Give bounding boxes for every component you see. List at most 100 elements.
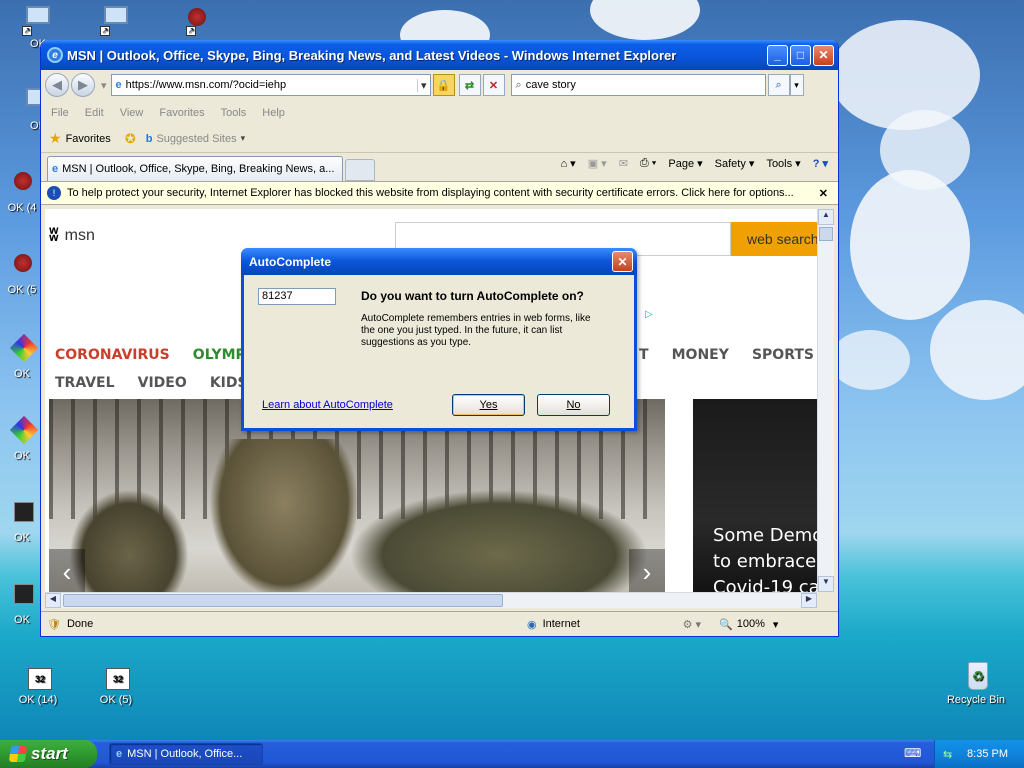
- help-icon[interactable]: ? ▾: [813, 157, 828, 170]
- terminal-icon: [6, 498, 38, 530]
- web-search-button[interactable]: web search: [731, 222, 817, 256]
- menu-tools[interactable]: Tools: [221, 107, 247, 119]
- dialog-question: Do you want to turn AutoComplete on?: [361, 289, 584, 303]
- recycle-bin[interactable]: ♻ Recycle Bin: [944, 660, 1008, 706]
- favorites-button[interactable]: Favorites: [66, 133, 111, 145]
- carousel-next-button[interactable]: ›: [629, 549, 665, 595]
- computer-shortcut-2[interactable]: ↗: [86, 4, 146, 38]
- globe-icon: ◉: [526, 618, 537, 631]
- desktop-icon-ok-6[interactable]: OK: [0, 334, 44, 380]
- infobar-text[interactable]: To help protect your security, Internet …: [67, 187, 813, 199]
- horizontal-scroll-thumb[interactable]: [63, 594, 503, 607]
- zoom-dropdown-icon[interactable]: ▾: [773, 618, 779, 631]
- keyboard-icon[interactable]: ⌨: [904, 746, 921, 760]
- terminal-icon: [6, 580, 38, 612]
- desktop-icon-ok-5b[interactable]: 32 OK (5): [86, 660, 146, 706]
- no-button[interactable]: No: [537, 394, 610, 416]
- start-button[interactable]: start: [0, 740, 97, 768]
- nav-partial[interactable]: T: [639, 347, 649, 363]
- autocomplete-field[interactable]: 81237: [258, 288, 336, 305]
- scroll-down-button[interactable]: ▼: [818, 576, 834, 592]
- butterfly-icon: ʬ: [49, 225, 59, 245]
- suggested-sites-link[interactable]: Suggested Sites: [156, 133, 236, 145]
- search-options-icon[interactable]: ▾: [789, 74, 804, 96]
- feeds-icon[interactable]: ▣ ▾: [588, 157, 607, 170]
- print-icon[interactable]: ⎙ ▾: [640, 157, 656, 170]
- yes-button[interactable]: Yes: [452, 394, 525, 416]
- dialog-titlebar[interactable]: AutoComplete ✕: [241, 248, 637, 275]
- dialog-close-button[interactable]: ✕: [612, 251, 633, 272]
- page-menu[interactable]: Page ▾: [668, 157, 702, 170]
- add-favorites-icon[interactable]: ✪: [125, 131, 136, 147]
- forward-button[interactable]: ▶: [71, 73, 95, 97]
- scroll-left-button[interactable]: ◀: [45, 593, 61, 608]
- desktop-icon-ok-4[interactable]: OK (4: [0, 168, 44, 214]
- taskbar: start e MSN | Outlook, Office... ⌨ ⇆ 8:3…: [0, 740, 1024, 768]
- virus-shortcut-icon[interactable]: ↗: [164, 4, 224, 38]
- desktop-icon-ok-5[interactable]: OK (5: [0, 250, 44, 296]
- system-tray: ⇆ 8:35 PM: [934, 740, 1024, 768]
- desktop-icon-ok-8[interactable]: OK: [0, 498, 44, 544]
- side-story-card[interactable]: Some Demo to embrace Covid-19 ca: [693, 399, 817, 599]
- menu-file[interactable]: File: [51, 107, 69, 119]
- maximize-button[interactable]: □: [790, 44, 811, 66]
- nav-sports[interactable]: SPORTS: [752, 347, 814, 363]
- search-box[interactable]: ⌕ cave story: [510, 74, 766, 96]
- protected-mode-icon[interactable]: ⚙ ▾: [683, 618, 701, 631]
- zoom-level[interactable]: 100%: [737, 618, 765, 630]
- nav-travel[interactable]: TRAVEL: [55, 375, 115, 391]
- nav-money[interactable]: MONEY: [672, 347, 729, 363]
- network-icon[interactable]: ⇆: [943, 748, 952, 761]
- home-icon[interactable]: ⌂ ▾: [560, 157, 575, 170]
- search-input[interactable]: cave story: [526, 79, 576, 91]
- desktop-icon-ok-14[interactable]: 32 OK (14): [8, 660, 68, 706]
- address-input[interactable]: https://www.msn.com/?ocid=iehp: [126, 79, 417, 91]
- safety-menu[interactable]: Safety ▾: [715, 157, 755, 170]
- carousel-prev-button[interactable]: ‹: [49, 549, 85, 595]
- menu-view[interactable]: View: [120, 107, 144, 119]
- learn-about-autocomplete-link[interactable]: Learn about AutoComplete: [262, 399, 393, 411]
- vertical-scrollbar[interactable]: ▲ ▼: [817, 209, 834, 592]
- address-bar[interactable]: e https://www.msn.com/?ocid=iehp ▾: [110, 74, 431, 96]
- tools-menu[interactable]: Tools ▾: [766, 157, 800, 170]
- desktop-icon-label: OK (5: [7, 284, 37, 296]
- shield-icon: !: [47, 186, 61, 200]
- chevron-down-icon[interactable]: ▾: [241, 133, 246, 144]
- menu-help[interactable]: Help: [262, 107, 285, 119]
- security-infobar[interactable]: ! To help protect your security, Interne…: [41, 181, 838, 205]
- history-dropdown-icon[interactable]: ▾: [101, 79, 107, 92]
- security-zone: Internet: [542, 618, 580, 630]
- msn-logo[interactable]: ʬ msn: [49, 225, 95, 246]
- virus-icon: [6, 250, 38, 282]
- nav-coronavirus[interactable]: CORONAVIRUS: [55, 347, 170, 363]
- desktop-icon-ok-7[interactable]: OK: [0, 416, 44, 462]
- stop-button[interactable]: ✕: [482, 74, 505, 96]
- back-button[interactable]: ◀: [45, 73, 69, 97]
- minimize-button[interactable]: _: [767, 44, 788, 66]
- window-titlebar[interactable]: e MSN | Outlook, Office, Skype, Bing, Br…: [41, 40, 838, 70]
- vertical-scroll-thumb[interactable]: [819, 227, 833, 241]
- horizontal-scrollbar[interactable]: ◀ ▶: [45, 592, 817, 608]
- taskbar-ie-item[interactable]: e MSN | Outlook, Office...: [109, 743, 263, 765]
- bing-icon: b: [145, 132, 153, 145]
- menu-edit[interactable]: Edit: [85, 107, 104, 119]
- mail-icon[interactable]: ✉: [619, 157, 628, 170]
- close-button[interactable]: ✕: [813, 44, 834, 66]
- lock-icon[interactable]: 🔒: [432, 74, 455, 96]
- nav-video[interactable]: VIDEO: [138, 375, 187, 391]
- clock[interactable]: 8:35 PM: [967, 748, 1008, 760]
- start-label: start: [31, 744, 68, 763]
- warning-shield-icon: 🛡: [47, 618, 61, 631]
- address-dropdown-icon[interactable]: ▾: [417, 78, 430, 92]
- scroll-right-button[interactable]: ▶: [801, 593, 817, 608]
- ad-choices-icon[interactable]: ▷: [645, 309, 653, 320]
- scroll-up-button[interactable]: ▲: [818, 209, 834, 225]
- desktop-icon-ok-9[interactable]: OK: [0, 580, 44, 626]
- tab-msn[interactable]: e MSN | Outlook, Office, Skype, Bing, Br…: [47, 156, 343, 181]
- menu-favorites[interactable]: Favorites: [159, 107, 204, 119]
- infobar-close-icon[interactable]: ✕: [819, 187, 828, 200]
- favorites-star-icon: ★: [49, 130, 62, 146]
- refresh-button[interactable]: ⇄: [458, 74, 481, 96]
- search-go-button[interactable]: ⌕: [767, 74, 790, 96]
- new-tab-button[interactable]: [345, 159, 375, 181]
